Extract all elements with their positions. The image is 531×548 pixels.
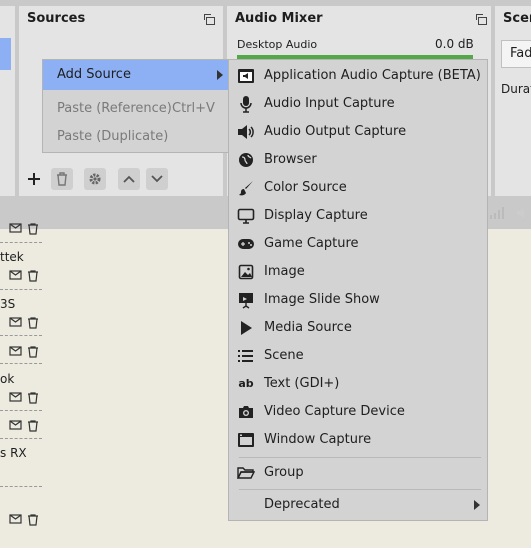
sources-toolbar: [19, 164, 223, 196]
gear-icon: [89, 173, 101, 185]
mixer-mute-icon: [516, 207, 530, 223]
mixer-channel-level: 0.0 dB: [435, 37, 474, 51]
list-divider: [0, 242, 42, 244]
scene-transitions-title: Scer: [503, 11, 531, 26]
app-audio-icon: [237, 67, 255, 85]
paste-reference-label: Paste (Reference): [57, 101, 172, 116]
source-properties-button[interactable]: [84, 168, 106, 190]
add-source-button[interactable]: [23, 168, 45, 190]
remove-source-button[interactable]: [51, 168, 73, 190]
trash-icon: [57, 172, 67, 186]
paste-reference-shortcut: Ctrl+V: [172, 101, 215, 116]
menu-item-label: Image: [264, 264, 305, 279]
menu-item-scene[interactable]: Scene: [229, 342, 487, 370]
scene-transitions-panel: Scer Fad Durat: [495, 6, 531, 196]
menu-separator: [239, 457, 481, 458]
list-item-label: ok: [0, 372, 15, 386]
menu-item-browser[interactable]: Browser: [229, 146, 487, 174]
list-item-label: s RX: [0, 446, 27, 460]
menu-item-audio-output-capture[interactable]: Audio Output Capture: [229, 118, 487, 146]
list-divider: [0, 289, 42, 291]
list-divider: [0, 410, 42, 412]
menu-item-media-source[interactable]: Media Source: [229, 314, 487, 342]
menu-separator: [239, 489, 481, 490]
folder-icon: [237, 464, 255, 482]
add-source-label: Add Source: [57, 67, 131, 82]
transition-select[interactable]: Fad: [501, 40, 531, 68]
slideshow-icon: [237, 291, 255, 309]
list-divider: [0, 363, 42, 365]
menu-item-label: Image Slide Show: [264, 292, 380, 307]
menu-item-label: Video Capture Device: [264, 404, 405, 419]
add-source-submenu: Application Audio Capture (BETA) Audio I…: [228, 59, 488, 521]
menu-item-text-gdi[interactable]: ab Text (GDI+): [229, 370, 487, 398]
sources-panel-title: Sources: [27, 11, 86, 26]
transition-select-value: Fad: [510, 46, 531, 61]
menu-item-label: Game Capture: [264, 236, 359, 251]
microphone-icon: [237, 95, 255, 113]
move-source-up-button[interactable]: [118, 168, 140, 190]
transition-duration-label: Durat: [501, 82, 531, 96]
menu-item-label: Media Source: [264, 320, 352, 335]
paste-duplicate-menu-item[interactable]: Paste (Duplicate): [43, 123, 231, 151]
globe-icon: [237, 151, 255, 169]
chevron-up-icon: [123, 175, 135, 183]
play-icon: [237, 319, 255, 337]
gamepad-icon: [237, 235, 255, 253]
menu-item-label: Group: [264, 465, 304, 480]
monitor-icon: [237, 207, 255, 225]
menu-item-deprecated[interactable]: Deprecated: [229, 491, 487, 519]
move-source-down-button[interactable]: [146, 168, 168, 190]
submenu-arrow-icon: [474, 500, 480, 510]
list-divider: [0, 486, 42, 488]
menu-item-audio-input-capture[interactable]: Audio Input Capture: [229, 90, 487, 118]
audio-mixer-undock-icon[interactable]: [476, 14, 487, 25]
scenes-panel: [0, 6, 15, 196]
list-item-label: ttek: [0, 250, 24, 264]
menu-item-label: Text (GDI+): [264, 376, 340, 391]
window-icon: [237, 431, 255, 449]
menu-item-video-capture-device[interactable]: Video Capture Device: [229, 398, 487, 426]
menu-item-display-capture[interactable]: Display Capture: [229, 202, 487, 230]
audio-mixer-title: Audio Mixer: [235, 11, 323, 26]
image-icon: [237, 263, 255, 281]
menu-item-window-capture[interactable]: Window Capture: [229, 426, 487, 454]
background-list: ttek 3S ok s RX: [0, 220, 60, 540]
menu-item-game-capture[interactable]: Game Capture: [229, 230, 487, 258]
paste-duplicate-label: Paste (Duplicate): [57, 129, 169, 144]
menu-item-label: Application Audio Capture (BETA): [264, 68, 481, 83]
text-icon: ab: [238, 377, 254, 390]
scene-selected-item[interactable]: [0, 38, 11, 70]
mixer-channel-name: Desktop Audio: [237, 38, 318, 51]
menu-item-label: Scene: [264, 348, 304, 363]
submenu-arrow-icon: [217, 70, 223, 80]
menu-item-color-source[interactable]: Color Source: [229, 174, 487, 202]
list-divider: [0, 438, 42, 440]
menu-item-label: Window Capture: [264, 432, 372, 447]
sources-context-menu: Add Source Paste (Reference) Ctrl+V Past…: [42, 59, 232, 153]
menu-item-label: Audio Input Capture: [264, 96, 395, 111]
plus-icon: [28, 173, 40, 185]
chevron-down-icon: [151, 175, 163, 183]
menu-item-label: Color Source: [264, 180, 347, 195]
menu-item-group[interactable]: Group: [229, 459, 487, 487]
paste-reference-menu-item[interactable]: Paste (Reference) Ctrl+V: [43, 95, 231, 123]
menu-item-label: Audio Output Capture: [264, 124, 407, 139]
mixer-signal-icon: [490, 207, 504, 223]
speaker-icon: [237, 123, 255, 141]
menu-item-image-slide-show[interactable]: Image Slide Show: [229, 286, 487, 314]
menu-item-label: Display Capture: [264, 208, 368, 223]
camera-icon: [237, 403, 255, 421]
add-source-menu-item[interactable]: Add Source: [43, 60, 231, 90]
list-item-label: 3S: [0, 297, 16, 311]
list-icon: [237, 347, 255, 365]
sources-undock-icon[interactable]: [204, 14, 215, 25]
menu-item-image[interactable]: Image: [229, 258, 487, 286]
menu-item-app-audio-capture[interactable]: Application Audio Capture (BETA): [229, 62, 487, 90]
paintbrush-icon: [237, 179, 255, 197]
list-divider: [0, 335, 42, 337]
menu-item-label: Deprecated: [264, 497, 340, 512]
menu-item-label: Browser: [264, 152, 317, 167]
